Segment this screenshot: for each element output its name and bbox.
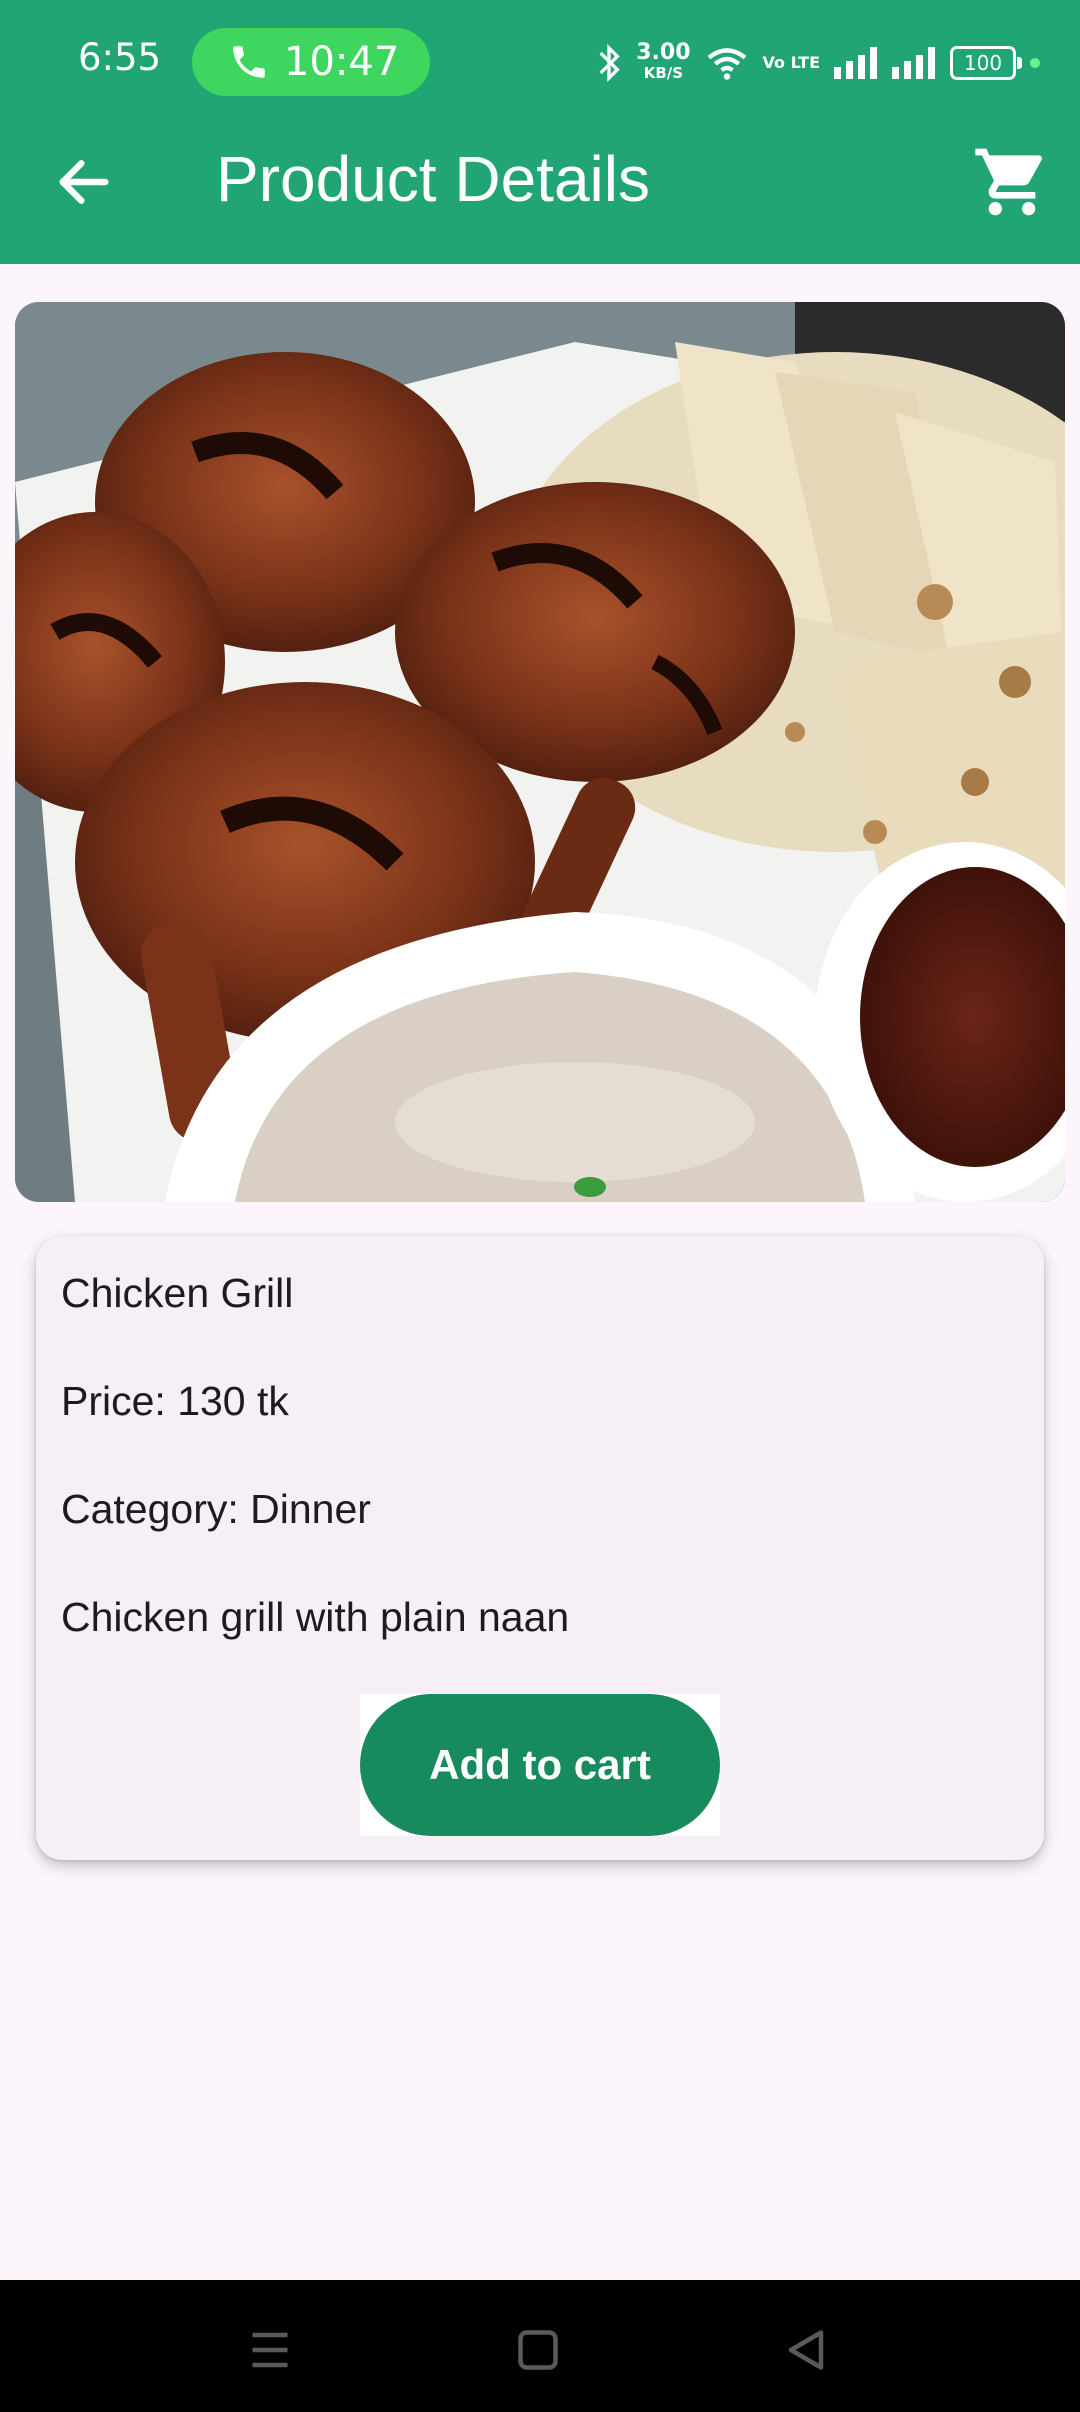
page-title: Product Details xyxy=(216,143,650,215)
battery-icon: 100 xyxy=(950,46,1022,80)
home-square-icon[interactable] xyxy=(508,2320,568,2380)
add-to-cart-button[interactable]: Add to cart xyxy=(360,1694,720,1836)
signal-icon-2 xyxy=(892,47,935,79)
menu-icon[interactable] xyxy=(240,2320,300,2380)
signal-icon-1 xyxy=(834,47,877,79)
product-category: Category: Dinner xyxy=(61,1486,371,1532)
call-timer: 10:47 xyxy=(284,39,400,85)
status-bar: 6:55 10:47 3.00 KB/S Vo LTE 100 xyxy=(0,0,1080,124)
ongoing-call-pill[interactable]: 10:47 xyxy=(192,28,430,96)
add-to-cart-container: Add to cart xyxy=(360,1694,720,1836)
battery-level: 100 xyxy=(963,51,1003,75)
back-triangle-icon[interactable] xyxy=(776,2320,836,2380)
wifi-icon xyxy=(707,48,746,80)
app-bar: Product Details xyxy=(0,124,1080,264)
network-speed-unit: KB/S xyxy=(643,64,684,82)
system-navigation-bar xyxy=(0,2280,1080,2412)
status-icons: 3.00 KB/S Vo LTE 100 xyxy=(596,40,1040,86)
network-speed-value: 3.00 xyxy=(636,40,691,65)
product-details-card: Chicken Grill Price: 130 tk Category: Di… xyxy=(36,1236,1044,1860)
network-speed: 3.00 KB/S xyxy=(636,40,691,83)
volte-indicator: Vo LTE xyxy=(762,53,820,72)
notification-dot xyxy=(1030,58,1040,68)
phone-icon xyxy=(233,46,265,78)
product-image xyxy=(15,302,1065,1202)
product-description: Chicken grill with plain naan xyxy=(61,1594,570,1640)
product-price: Price: 130 tk xyxy=(61,1378,289,1424)
bluetooth-icon xyxy=(599,43,620,83)
product-name: Chicken Grill xyxy=(61,1270,294,1316)
shopping-cart-icon[interactable] xyxy=(972,142,1052,222)
status-time: 6:55 xyxy=(78,36,162,79)
food-photo xyxy=(15,302,1065,1202)
arrow-back-icon[interactable] xyxy=(52,150,116,214)
